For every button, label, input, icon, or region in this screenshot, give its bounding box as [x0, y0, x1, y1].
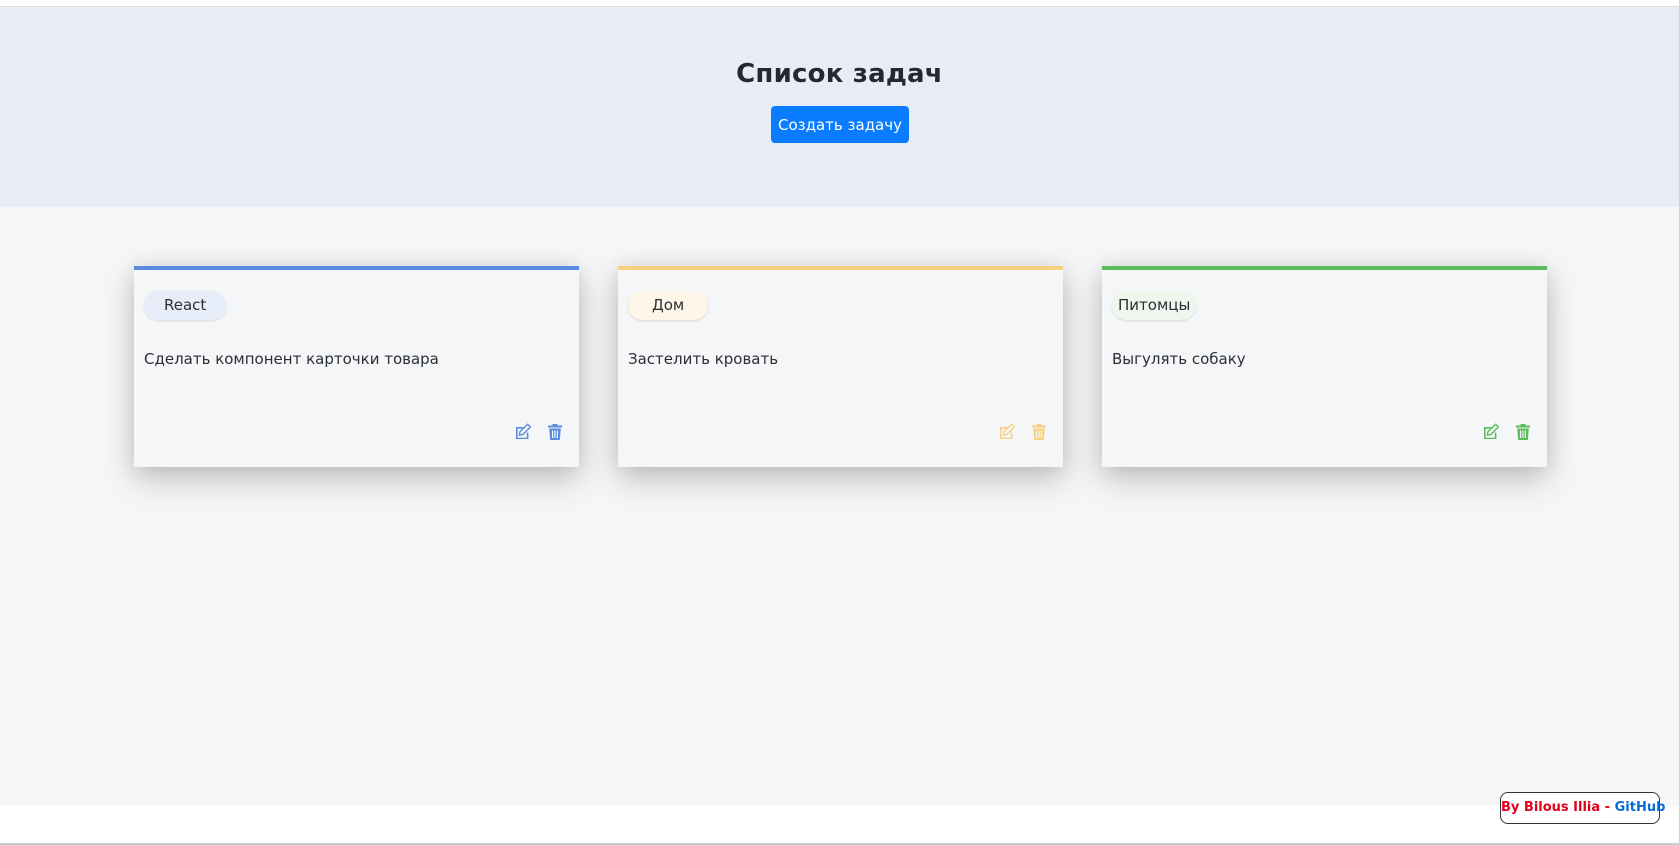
page-title: Список задач: [736, 59, 943, 89]
card-tag: React: [144, 291, 227, 320]
card-accent-bar: [1102, 266, 1547, 270]
github-link[interactable]: GitHub: [1615, 800, 1666, 815]
card-actions: [998, 423, 1048, 441]
create-task-button[interactable]: Создать задачу: [771, 106, 909, 143]
card-accent-bar: [618, 266, 1063, 270]
trash-icon[interactable]: [1030, 423, 1048, 441]
edit-icon[interactable]: [514, 423, 532, 441]
trash-icon[interactable]: [546, 423, 564, 441]
card-text: Выгулять собаку: [1112, 350, 1246, 368]
card-text: Сделать компонент карточки товара: [144, 350, 439, 368]
card-accent-bar: [134, 266, 579, 270]
edit-icon[interactable]: [998, 423, 1016, 441]
trash-icon[interactable]: [1514, 423, 1532, 441]
task-card-pets: Питомцы Выгулять собаку: [1102, 266, 1547, 467]
card-actions: [514, 423, 564, 441]
credit-text: By Bilous Illia -: [1501, 800, 1615, 815]
top-border: [0, 0, 1679, 7]
task-card-react: React Сделать компонент карточки товара: [134, 266, 579, 467]
card-tag: Питомцы: [1112, 291, 1197, 320]
card-tag: Дом: [628, 291, 709, 320]
page-header: Список задач Создать задачу: [0, 7, 1679, 207]
card-text: Застелить кровать: [628, 350, 779, 368]
card-actions: [1482, 423, 1532, 441]
task-card-home: Дом Застелить кровать: [618, 266, 1063, 467]
edit-icon[interactable]: [1482, 423, 1500, 441]
author-credit: By Bilous Illia - GitHub: [1500, 792, 1665, 824]
